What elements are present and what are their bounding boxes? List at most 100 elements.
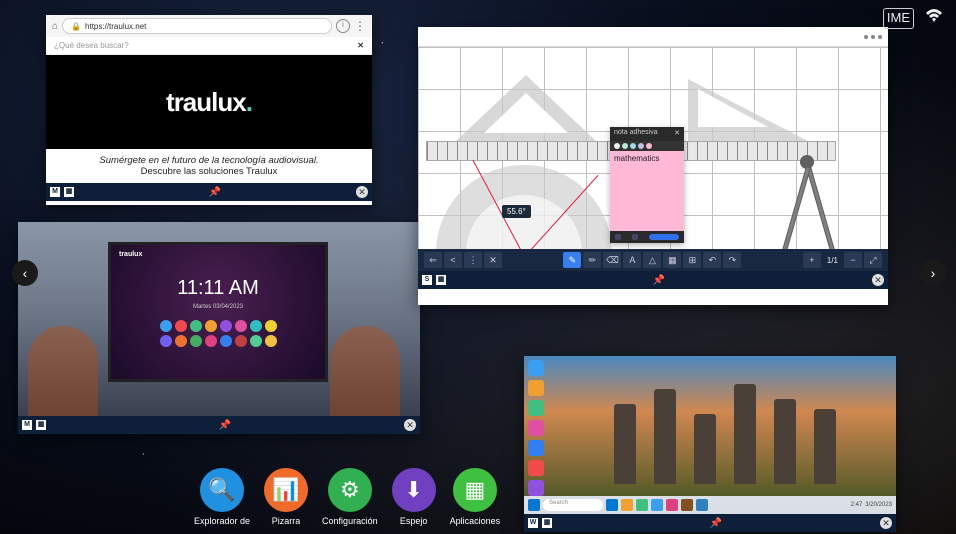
board-canvas[interactable]: 55.6° nota adhesiva✕ mathematics <box>418 47 888 249</box>
person-left <box>28 326 98 416</box>
close-icon[interactable]: ✕ <box>872 274 884 286</box>
dock: 🔍 Explorador de 📊Pizarra ⚙Configuración ⬇Esp… <box>194 468 500 526</box>
taskbar-icon[interactable] <box>651 499 663 511</box>
url-text: https://traulux.net <box>85 22 146 31</box>
taskbar-icon[interactable] <box>696 499 708 511</box>
window-ext-icon[interactable]: ▦ <box>64 187 74 197</box>
toolbar-button[interactable]: A <box>623 252 641 268</box>
desktop-icon[interactable] <box>528 480 544 496</box>
menu-icon[interactable]: ⋮ <box>354 19 366 33</box>
toolbar-button[interactable]: < <box>444 252 462 268</box>
sticky-footer <box>610 231 684 243</box>
taskbar: Search 2:47 3/20/2023 <box>524 496 896 514</box>
dock-icon: 🔍 <box>200 468 244 512</box>
close-icon[interactable]: ✕ <box>404 419 416 431</box>
tv-brand: traulux <box>119 251 142 258</box>
dock-item[interactable]: ⬇Espejo <box>392 468 436 526</box>
prev-button[interactable]: ‹ <box>12 260 38 286</box>
toolbar-button[interactable]: ✕ <box>484 252 502 268</box>
desktop-icon[interactable] <box>528 420 544 436</box>
dock-label: Pizarra <box>272 516 301 526</box>
taskbar-icon[interactable] <box>636 499 648 511</box>
toolbar-button[interactable]: ⌫ <box>603 252 621 268</box>
dock-item[interactable]: 🔍 Explorador de <box>194 468 250 526</box>
toolbar-button[interactable]: ✏ <box>583 252 601 268</box>
close-search-icon[interactable]: ✕ <box>357 41 364 50</box>
desktop-scene[interactable]: Search 2:47 3/20/2023 <box>524 356 896 514</box>
sticky-tool[interactable] <box>615 234 621 240</box>
window-ext-icon[interactable]: ▦ <box>36 420 46 430</box>
toolbar-button[interactable]: ▦ <box>663 252 681 268</box>
toolbar-button[interactable]: ⋮ <box>464 252 482 268</box>
desktop-icons <box>528 360 546 496</box>
search-placeholder[interactable]: ¿Qué desea buscar? <box>54 41 129 50</box>
sticky-note[interactable]: nota adhesiva✕ mathematics <box>610 127 684 243</box>
sticky-color[interactable] <box>614 143 620 149</box>
dock-label: Aplicaciones <box>450 516 501 526</box>
toolbar-button[interactable]: △ <box>643 252 661 268</box>
pin-icon[interactable]: 📌 <box>209 187 221 198</box>
desktop-icon[interactable] <box>528 460 544 476</box>
close-icon[interactable]: ✕ <box>880 517 892 529</box>
toolbar-button[interactable]: ⊞ <box>683 252 701 268</box>
tagline: Sumérgete en el futuro de la tecnología … <box>46 149 372 183</box>
taskbar-search[interactable]: Search <box>543 499 603 511</box>
toolbar-button[interactable]: + <box>803 252 821 268</box>
sticky-text[interactable]: mathematics <box>610 151 684 166</box>
next-button[interactable]: › <box>920 260 946 286</box>
sticky-color-row[interactable] <box>610 141 684 151</box>
url-bar[interactable]: 🔒 https://traulux.net <box>62 18 332 34</box>
compass-tool[interactable] <box>768 155 848 249</box>
taskbar-icon[interactable] <box>666 499 678 511</box>
sticky-color[interactable] <box>630 143 636 149</box>
dock-item[interactable]: ▦ Aplicaciones <box>450 468 501 526</box>
toolbar-button[interactable]: ⤢ <box>864 252 882 268</box>
dock-label: Configuración <box>322 516 378 526</box>
window-badge-m: M <box>22 420 32 430</box>
pin-icon[interactable]: 📌 <box>710 518 722 529</box>
sticky-close-icon[interactable]: ✕ <box>674 129 680 139</box>
pin-icon[interactable]: 📌 <box>653 275 665 286</box>
toolbar-button[interactable]: ✎ <box>563 252 581 268</box>
dock-label: Espejo <box>400 516 428 526</box>
dock-icon: ▦ <box>453 468 497 512</box>
window-ext-icon[interactable]: ▦ <box>436 275 446 285</box>
desktop-window: Search 2:47 3/20/2023 W ▦ 📌 ✕ <box>524 356 896 532</box>
desktop-icon[interactable] <box>528 360 544 376</box>
person-right <box>330 326 400 416</box>
whiteboard-window: 55.6° nota adhesiva✕ mathematics ⇐<⋮✕✎✏⌫… <box>418 27 888 305</box>
pin-icon[interactable]: 📌 <box>219 420 231 431</box>
sticky-color[interactable] <box>622 143 628 149</box>
desktop-icon[interactable] <box>528 400 544 416</box>
dock-item[interactable]: 📊Pizarra <box>264 468 308 526</box>
home-icon[interactable]: ⌂ <box>52 21 58 32</box>
wifi-icon <box>924 8 944 29</box>
browser-window: ⌂ 🔒 https://traulux.net i ⋮ ¿Qué desea b… <box>46 15 372 205</box>
account-icon[interactable]: i <box>336 19 350 33</box>
taskbar-icon[interactable] <box>621 499 633 511</box>
ime-icon: IME <box>883 8 914 29</box>
toolbar-button[interactable]: ⇐ <box>424 252 442 268</box>
desktop-icon[interactable] <box>528 380 544 396</box>
toolbar-button[interactable]: − <box>844 252 862 268</box>
toolbar-button[interactable]: ↷ <box>723 252 741 268</box>
desktop-icon[interactable] <box>528 440 544 456</box>
start-icon[interactable] <box>528 499 540 511</box>
sticky-color[interactable] <box>638 143 644 149</box>
taskbar-icon[interactable] <box>606 499 618 511</box>
board-toolbar: ⇐<⋮✕ ✎✏⌫A△▦⊞↶↷ +1/1−⤢ <box>418 249 888 271</box>
sticky-confirm[interactable] <box>649 234 679 240</box>
lock-icon: 🔒 <box>71 22 81 31</box>
sticky-tool[interactable] <box>632 234 638 240</box>
dock-item[interactable]: ⚙Configuración <box>322 468 378 526</box>
window-ext-icon[interactable]: ▦ <box>542 518 552 528</box>
toolbar-button[interactable]: ↶ <box>703 252 721 268</box>
tv-time: 11:11 AM <box>177 277 259 300</box>
dock-label: Explorador de <box>194 516 250 526</box>
brand-logo: traulux. <box>166 87 252 118</box>
board-header <box>418 27 888 47</box>
sticky-color[interactable] <box>646 143 652 149</box>
close-icon[interactable]: ✕ <box>356 186 368 198</box>
taskbar-icon[interactable] <box>681 499 693 511</box>
toolbar-button: 1/1 <box>823 256 842 265</box>
